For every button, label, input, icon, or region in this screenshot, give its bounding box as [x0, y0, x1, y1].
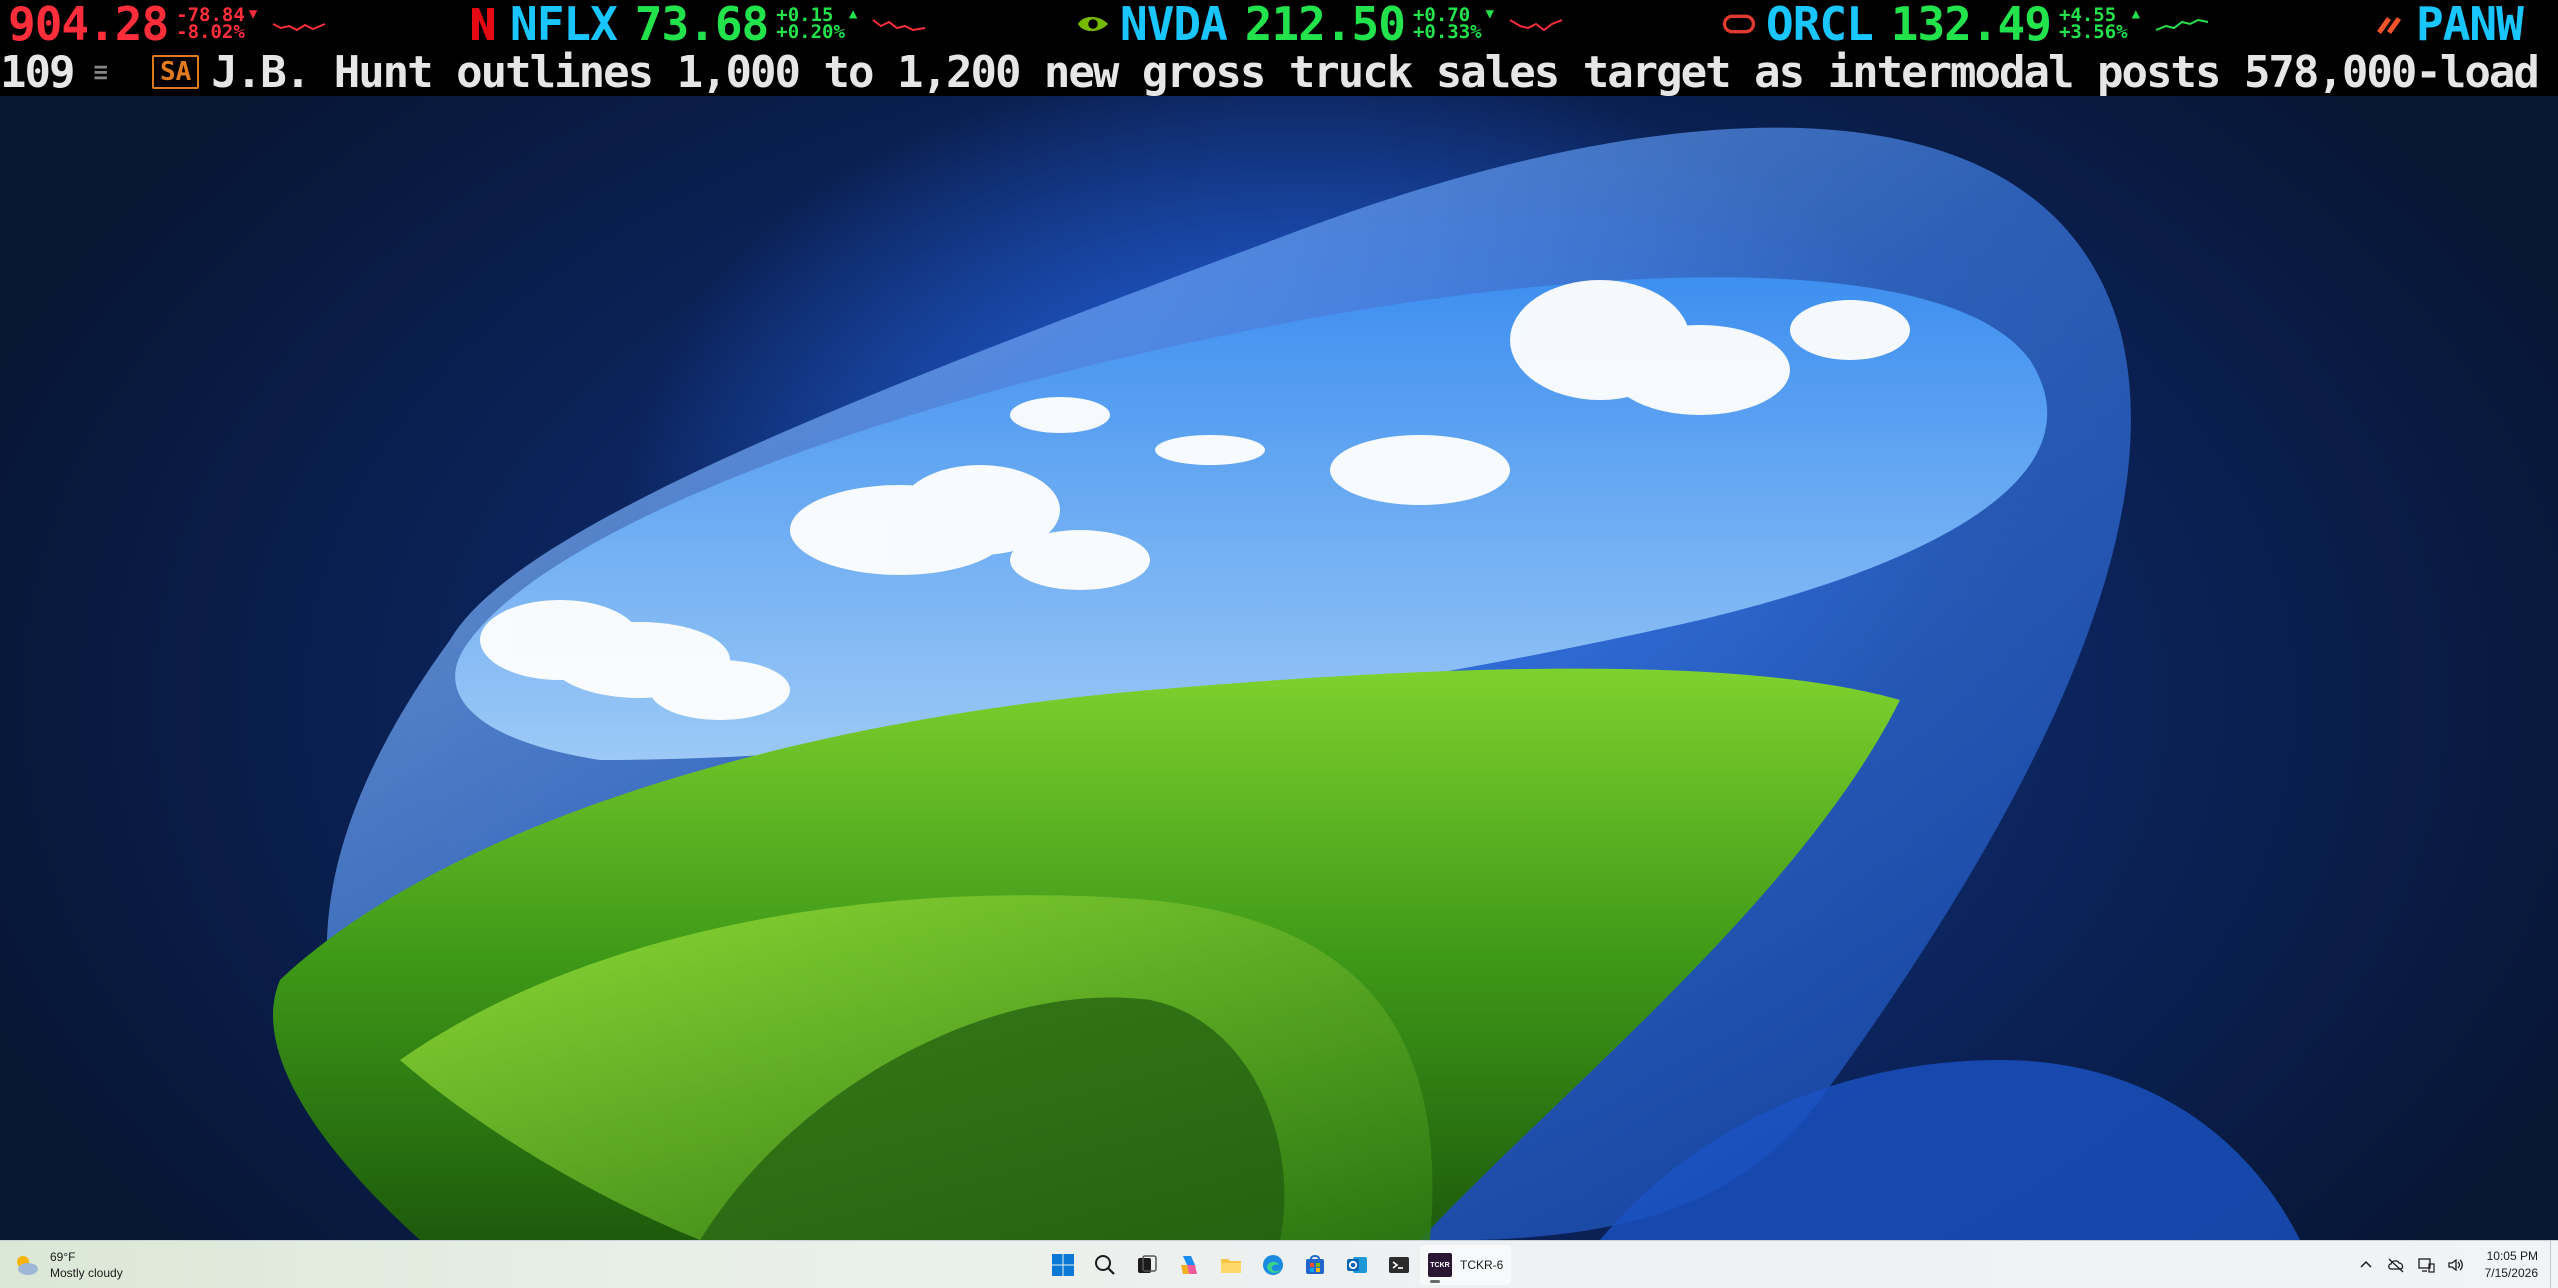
cloud-offline-icon: [2387, 1258, 2404, 1273]
folder-icon: [1221, 1259, 1241, 1273]
down-arrow-icon: ▼: [248, 6, 258, 22]
weather-widget[interactable]: 69°F Mostly cloudy: [12, 1246, 123, 1284]
onedrive-button[interactable]: [2381, 1245, 2411, 1285]
outlook-icon: [1347, 1257, 1367, 1273]
edge-icon: [1263, 1255, 1283, 1275]
seeking-alpha-badge: SA: [151, 55, 200, 89]
taskbar: 69°F Mostly cloudy TCKR TCKR-6 10:05 PM …: [0, 1240, 2558, 1288]
netflix-logo-icon: [466, 7, 500, 41]
taskbar-apps: TCKR TCKR-6: [1042, 1245, 1512, 1285]
nvidia-logo-icon: [1076, 7, 1110, 41]
desktop-wallpaper: [0, 0, 2558, 1288]
stock-ticker-bar[interactable]: 904.28 -78.84 -8.02% ▼ NFLX 73.68 +0.15 …: [0, 0, 2558, 48]
sparkline-icon: [2155, 18, 2209, 31]
quote-change-percent: -8.02%: [176, 21, 245, 43]
quote-symbol: NVDA: [1120, 0, 1228, 48]
quote-symbol: ORCL: [1766, 0, 1874, 48]
network-button[interactable]: [2411, 1245, 2441, 1285]
running-app-tckr6[interactable]: TCKR TCKR-6: [1420, 1245, 1512, 1285]
search-icon: [1095, 1255, 1115, 1275]
quote-price: 212.50: [1244, 0, 1406, 48]
quote-symbol: NFLX: [510, 0, 618, 48]
quote-price: 73.68: [634, 0, 769, 48]
quote-price: 904.28: [8, 0, 169, 48]
clock-button[interactable]: 10:05 PM 7/15/2026: [2471, 1248, 2550, 1282]
copilot-button[interactable]: [1168, 1245, 1210, 1285]
news-headline[interactable]: J.B. Hunt outlines 1,000 to 1,200 new gr…: [211, 48, 2558, 96]
active-indicator: [1430, 1280, 1440, 1283]
partly-cloudy-icon: [17, 1256, 38, 1275]
sparkline-icon: [1509, 19, 1563, 32]
search-button[interactable]: [1084, 1245, 1126, 1285]
sparkline-icon: [272, 23, 326, 32]
up-arrow-icon: ▲: [2131, 6, 2141, 22]
store-icon: [1306, 1255, 1324, 1274]
quote-change: +0.70 +0.33%: [1412, 6, 1482, 43]
edge-button[interactable]: [1252, 1245, 1294, 1285]
ticker-quote-orcl[interactable]: ORCL 132.49 +4.55 +3.56% ▲: [1722, 0, 2210, 48]
terminal-icon: [1389, 1257, 1409, 1273]
quote-change-percent: +0.20%: [776, 21, 845, 43]
show-hidden-icons-button[interactable]: [2351, 1245, 2381, 1285]
store-button[interactable]: [1294, 1245, 1336, 1285]
task-view-icon: [1138, 1255, 1157, 1273]
separator-icon: ≡: [93, 58, 108, 86]
start-button[interactable]: [1042, 1245, 1084, 1285]
task-view-button[interactable]: [1126, 1245, 1168, 1285]
up-arrow-icon: ▲: [848, 6, 858, 22]
sparkline-icon: [872, 19, 926, 32]
quote-change: +0.15 +0.20%: [776, 6, 845, 43]
paloalto-logo-icon: [2372, 7, 2406, 41]
show-desktop-button[interactable]: [2550, 1241, 2558, 1288]
quote-symbol: PANW: [2416, 0, 2524, 48]
chevron-up-icon: [2360, 1260, 2372, 1268]
clock-time: 10:05 PM: [2486, 1249, 2538, 1263]
volume-icon: [2447, 1258, 2463, 1272]
ticker-quote-panw[interactable]: PANW: [2372, 0, 2541, 48]
outlook-button[interactable]: [1336, 1245, 1378, 1285]
news-ticker-bar[interactable]: 109 ≡ SA J.B. Hunt outlines 1,000 to 1,2…: [0, 48, 2558, 96]
copilot-icon: [1181, 1256, 1197, 1274]
news-fragment: 109: [0, 48, 75, 96]
quote-price: 132.49: [1890, 0, 2052, 48]
weather-condition: Mostly cloudy: [50, 1266, 123, 1280]
down-arrow-icon: ▼: [1485, 6, 1495, 22]
news-item[interactable]: 109 ≡ SA J.B. Hunt outlines 1,000 to 1,2…: [0, 48, 2558, 96]
terminal-button[interactable]: [1378, 1245, 1420, 1285]
ticker-quote-nvda[interactable]: NVDA 212.50 +0.70 +0.33% ▼: [1076, 0, 1564, 48]
system-tray: 10:05 PM 7/15/2026: [2351, 1241, 2558, 1288]
volume-button[interactable]: [2441, 1245, 2471, 1285]
quote-change-percent: +3.56%: [2058, 21, 2128, 43]
weather-text: 69°F Mostly cloudy: [50, 1249, 123, 1281]
oracle-logo-icon: [1722, 7, 1756, 41]
windows-logo-icon: [1052, 1254, 1074, 1276]
quote-change-percent: +0.33%: [1412, 21, 1482, 43]
ticker-quote[interactable]: 904.28 -78.84 -8.02% ▼: [8, 0, 327, 48]
clock-date: 7/15/2026: [2484, 1266, 2538, 1280]
weather-temperature: 69°F: [50, 1250, 76, 1264]
file-explorer-button[interactable]: [1210, 1245, 1252, 1285]
network-icon: [2417, 1258, 2435, 1273]
tckr-app-icon: TCKR: [1428, 1253, 1452, 1277]
ticker-quote-nflx[interactable]: NFLX 73.68 +0.15 +0.20% ▲: [466, 0, 927, 48]
quote-change: +4.55 +3.56%: [2058, 6, 2128, 43]
quote-change: -78.84 -8.02%: [176, 6, 245, 43]
running-app-label: TCKR-6: [1460, 1258, 1504, 1272]
